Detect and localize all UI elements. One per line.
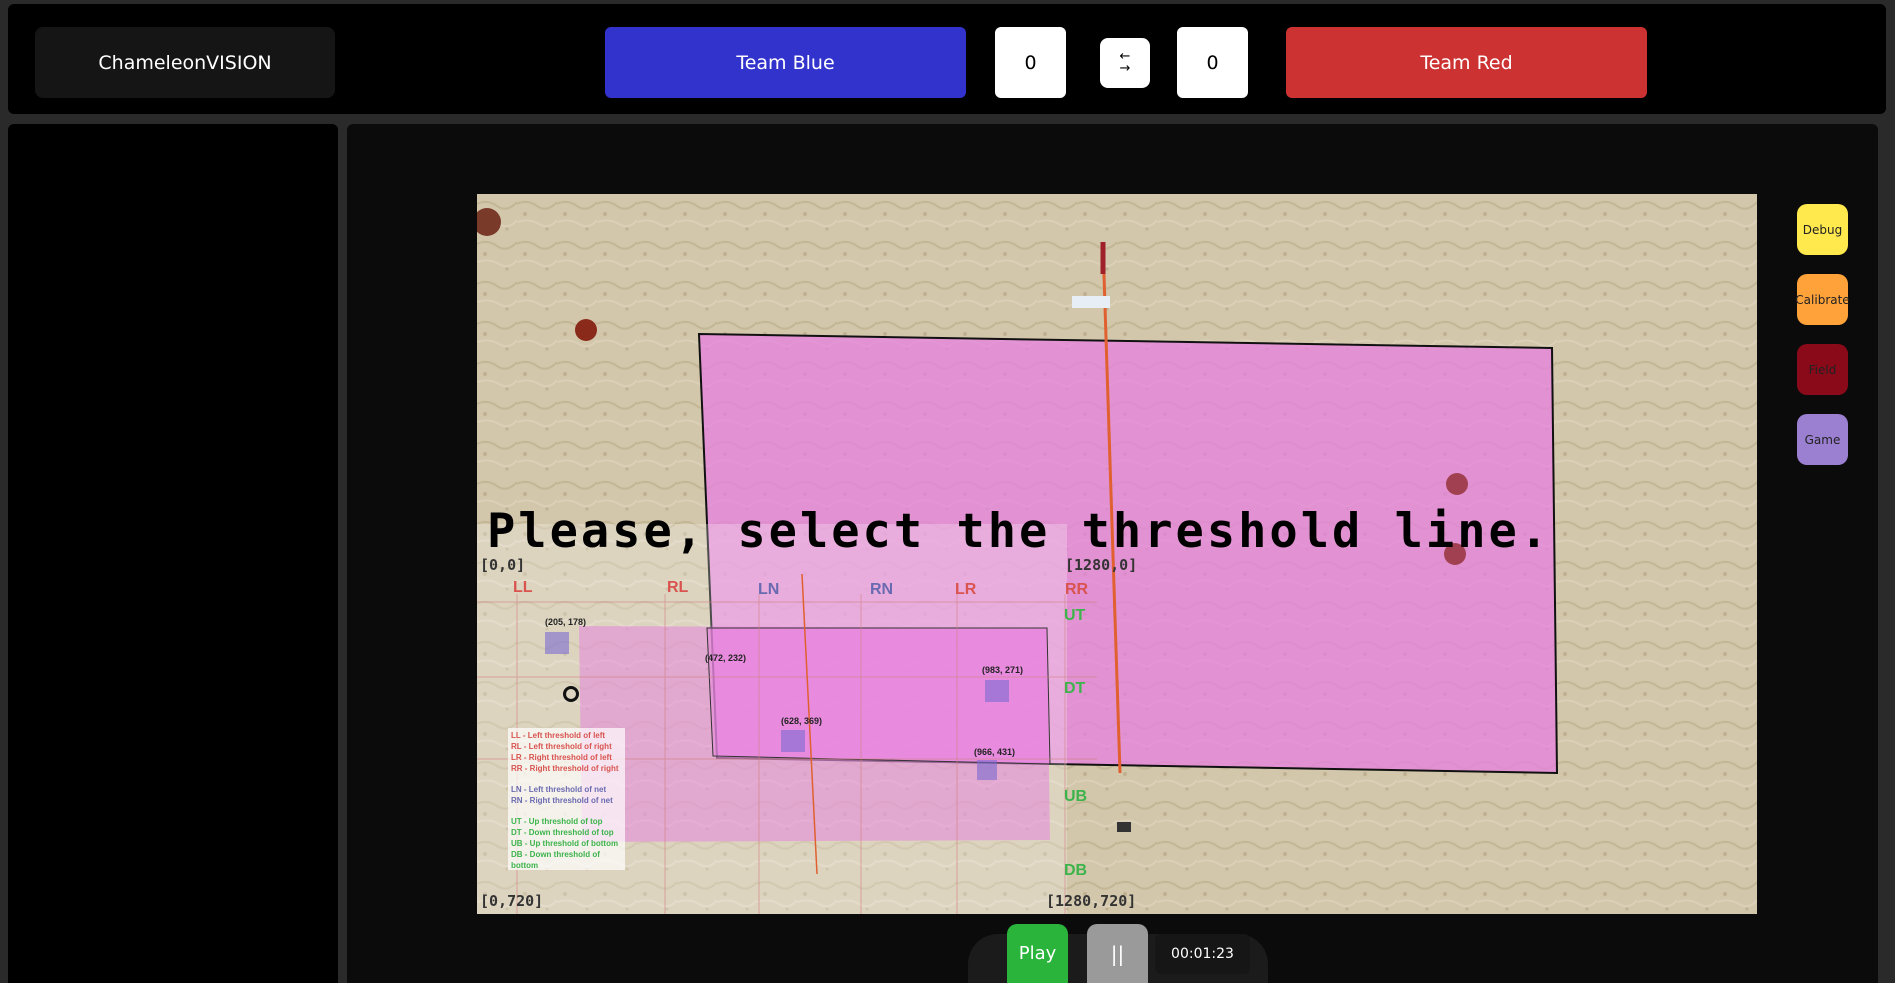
point-coordinate: (472, 232) — [705, 653, 747, 663]
threshold-label-dt: DT — [1064, 680, 1086, 697]
team-red-score[interactable]: 0 — [1177, 27, 1248, 98]
team-blue-button[interactable]: Team Blue — [605, 27, 966, 98]
app-brand: ChameleonVISION — [35, 27, 335, 98]
referee-chair — [1072, 296, 1110, 308]
point-coordinate: (628, 369) — [781, 716, 823, 726]
arrow-right-icon: → — [1119, 61, 1131, 76]
player-marker — [781, 730, 805, 752]
legend-entry: DT - Down threshold of top — [511, 828, 614, 837]
instruction-prompt: Please, select the threshold line. — [487, 504, 1552, 559]
corner-label-tr: [1280,0] — [1065, 556, 1138, 574]
player-marker — [985, 680, 1009, 702]
corner-label-tl: [0,0] — [480, 556, 526, 574]
player-figure — [1446, 473, 1468, 495]
team-blue-score[interactable]: 0 — [995, 27, 1066, 98]
threshold-label-ut: UT — [1064, 607, 1086, 624]
point-coordinate: (983, 271) — [982, 665, 1024, 675]
video-feed[interactable]: Please, select the threshold line. [0,0]… — [477, 194, 1757, 914]
threshold-label-rl: RL — [667, 579, 689, 596]
pole-base — [1117, 822, 1131, 832]
legend-entry: LL - Left threshold of left — [511, 731, 606, 740]
timestamp: 00:01:23 — [1155, 934, 1250, 974]
player-marker — [977, 760, 997, 780]
play-button[interactable]: Play — [1007, 924, 1068, 983]
point-coordinate: (205, 178) — [545, 617, 587, 627]
game-button[interactable]: Game — [1797, 414, 1848, 465]
field-button[interactable]: Field — [1797, 344, 1848, 395]
threshold-label-db: DB — [1064, 862, 1088, 879]
cursor-ring-icon — [563, 686, 579, 702]
legend-entry: LR - Right threshold of left — [511, 753, 612, 762]
legend-entry: RL - Left threshold of right — [511, 742, 612, 751]
corner-label-bl: [0,720] — [480, 892, 544, 910]
calibrate-button[interactable]: Calibrate — [1795, 274, 1850, 325]
threshold-label-rr: RR — [1065, 581, 1089, 598]
player-figure — [575, 319, 597, 341]
debug-button[interactable]: Debug — [1797, 204, 1848, 255]
legend-entry: LN - Left threshold of net — [511, 785, 607, 794]
top-bar: ChameleonVISION Team Blue 0 ← → 0 Team R… — [8, 4, 1886, 114]
threshold-legend: LL - Left threshold of left RL - Left th… — [508, 728, 625, 870]
legend-entry: UB - Up threshold of bottom — [511, 839, 619, 848]
threshold-label-ll: LL — [513, 579, 533, 596]
swap-teams-button[interactable]: ← → — [1100, 38, 1150, 88]
threshold-label-ln: LN — [758, 581, 780, 598]
threshold-label-rn: RN — [870, 581, 894, 598]
pause-button[interactable]: || — [1087, 924, 1148, 983]
legend-entry: RR - Right threshold of right — [511, 764, 619, 773]
threshold-label-lr: LR — [955, 581, 977, 598]
corner-label-br: [1280,720] — [1046, 892, 1137, 910]
player-marker — [545, 632, 569, 654]
legend-entry: DB - Down threshold of bottom — [511, 850, 600, 870]
left-side-panel — [8, 124, 338, 983]
team-red-button[interactable]: Team Red — [1286, 27, 1647, 98]
legend-entry: UT - Up threshold of top — [511, 817, 603, 826]
legend-entry: RN - Right threshold of net — [511, 796, 613, 805]
point-coordinate: (966, 431) — [974, 747, 1016, 757]
threshold-label-ub: UB — [1064, 788, 1088, 805]
